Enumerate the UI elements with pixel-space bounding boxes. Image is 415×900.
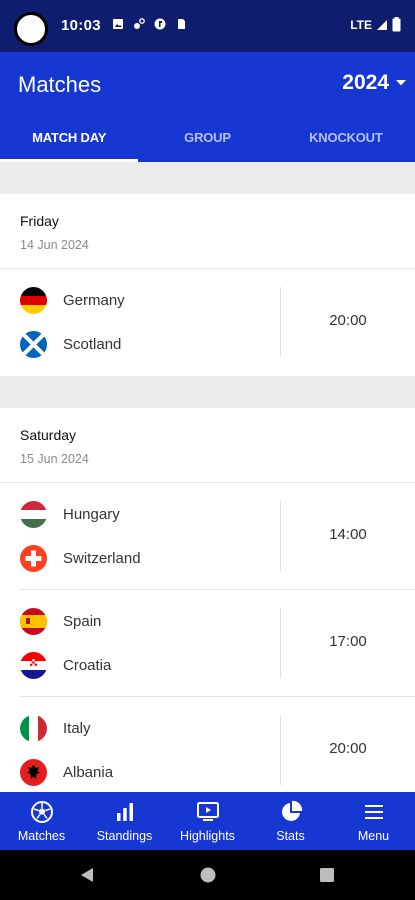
away-team: Croatia	[20, 652, 111, 679]
year-selector[interactable]: 2024	[342, 71, 407, 95]
home-team: Spain	[20, 608, 101, 635]
nav-label: Stats	[276, 829, 305, 843]
signal-icon	[377, 19, 387, 30]
match-row[interactable]: Germany Scotland 20:00	[20, 269, 415, 376]
bar-chart-icon	[116, 803, 133, 821]
tab-bar: MATCH DAY GROUP KNOCKOUT	[0, 120, 415, 162]
camera-cutout	[14, 12, 48, 46]
match-row[interactable]: Hungary Switzerland 14:00	[20, 483, 415, 590]
recents-icon[interactable]	[318, 866, 336, 884]
bottom-navigation: Matches Standings Highlights Stats Menu	[0, 792, 415, 850]
nav-label: Highlights	[180, 829, 235, 843]
day-header: Saturday 15 Jun 2024	[0, 408, 415, 483]
nav-standings[interactable]: Standings	[83, 792, 166, 850]
nav-matches[interactable]: Matches	[0, 792, 83, 850]
match-time: 20:00	[329, 312, 367, 329]
match-row[interactable]: Spain Croatia 17:00	[20, 590, 415, 697]
tab-match-day[interactable]: MATCH DAY	[0, 120, 139, 162]
page-title: Matches	[18, 72, 102, 97]
back-icon[interactable]	[78, 866, 96, 884]
app-bar: Matches 2024 MATCH DAY GROUP KNOCKOUT	[0, 52, 415, 162]
home-team: Italy	[20, 715, 91, 742]
year-value: 2024	[342, 71, 389, 94]
tab-group[interactable]: GROUP	[138, 120, 276, 162]
switzerland-flag-icon	[20, 545, 47, 572]
nav-label: Matches	[17, 829, 66, 843]
match-time: 14:00	[329, 526, 367, 543]
day-section: Friday 14 Jun 2024 Germany Scotland 20:0…	[0, 194, 415, 376]
nav-label: Standings	[96, 829, 153, 843]
croatia-flag-icon	[20, 652, 47, 679]
home-team-name: Italy	[63, 720, 91, 737]
day-date: 14 Jun 2024	[20, 238, 89, 252]
home-icon[interactable]	[199, 866, 217, 884]
notification-icons	[112, 18, 187, 30]
hungary-flag-icon	[20, 501, 47, 528]
status-right: LTE	[350, 17, 401, 32]
status-time: 10:03	[61, 17, 101, 34]
gallery-notification-icon	[113, 19, 123, 29]
away-team: Switzerland	[20, 545, 141, 572]
nav-menu[interactable]: Menu	[332, 792, 415, 850]
section-spacer	[0, 376, 415, 408]
albania-flag-icon	[20, 759, 47, 786]
spain-flag-icon	[20, 608, 47, 635]
nav-stats[interactable]: Stats	[249, 792, 332, 850]
battery-icon	[392, 17, 401, 32]
pie-chart-icon	[281, 800, 302, 821]
match-time: 17:00	[329, 633, 367, 650]
scotland-flag-icon	[20, 331, 47, 358]
home-team-name: Hungary	[63, 506, 120, 523]
day-name: Friday	[20, 213, 59, 229]
home-team: Germany	[20, 287, 125, 314]
day-date: 15 Jun 2024	[20, 452, 89, 466]
network-type: LTE	[350, 17, 372, 32]
germany-flag-icon	[20, 287, 47, 314]
home-team-name: Spain	[63, 613, 102, 630]
video-play-icon	[196, 802, 219, 821]
system-navigation-bar	[0, 850, 415, 900]
home-team: Hungary	[20, 501, 120, 528]
away-team-name: Switzerland	[63, 550, 141, 567]
away-team: Albania	[20, 759, 113, 786]
match-time: 20:00	[329, 740, 367, 757]
status-bar: 10:03 LTE	[0, 0, 415, 52]
away-team: Scotland	[20, 331, 121, 358]
app-notification-icon	[154, 18, 166, 30]
hamburger-menu-icon	[364, 805, 383, 819]
soccer-ball-icon	[30, 801, 53, 823]
dropdown-arrow-icon	[396, 80, 406, 86]
day-name: Saturday	[20, 427, 77, 443]
match-row[interactable]: Italy Albania 20:00	[20, 697, 415, 792]
sim-card-icon	[178, 19, 185, 29]
home-team-name: Germany	[63, 292, 125, 309]
away-team-name: Croatia	[63, 657, 112, 674]
italy-flag-icon	[20, 715, 47, 742]
nav-label: Menu	[357, 829, 390, 843]
tab-knockout[interactable]: KNOCKOUT	[277, 120, 415, 162]
away-team-name: Albania	[63, 764, 114, 781]
ball-notification-icon	[134, 18, 145, 29]
away-team-name: Scotland	[63, 336, 122, 353]
day-header: Friday 14 Jun 2024	[0, 194, 415, 269]
matches-list[interactable]: Friday 14 Jun 2024 Germany Scotland 20:0…	[0, 162, 415, 792]
nav-highlights[interactable]: Highlights	[166, 792, 249, 850]
day-section: Saturday 15 Jun 2024 Hungary Switzerland…	[0, 408, 415, 792]
section-spacer	[0, 162, 415, 194]
